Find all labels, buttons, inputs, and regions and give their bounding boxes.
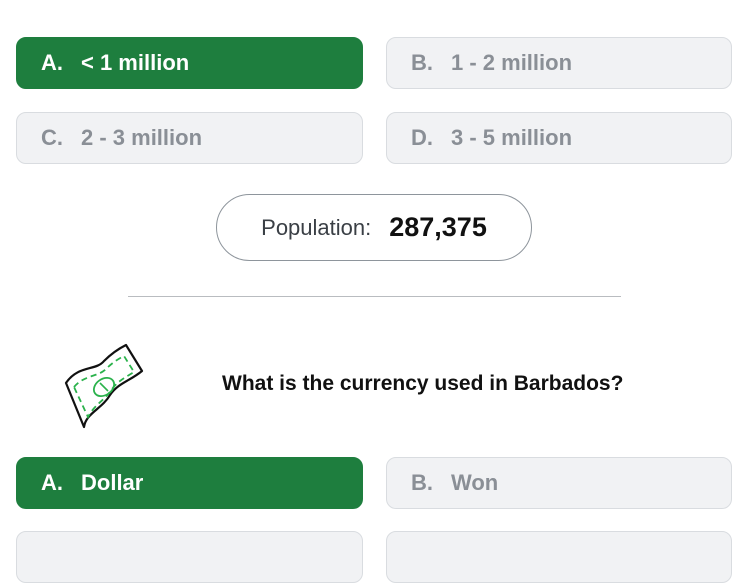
option-letter: C. xyxy=(41,125,63,150)
option-letter: B. xyxy=(411,50,433,75)
option-text: 1 - 2 million xyxy=(451,50,573,75)
option-a-less-than-1-million[interactable]: A. < 1 million xyxy=(16,37,363,89)
option-text: < 1 million xyxy=(81,50,190,75)
option-d-partial[interactable] xyxy=(386,531,732,583)
option-b-1-2-million[interactable]: B. 1 - 2 million xyxy=(386,37,732,89)
option-text: Won xyxy=(451,470,499,495)
option-letter: A. xyxy=(41,470,63,495)
option-text: Dollar xyxy=(81,470,144,495)
currency-question-text: What is the currency used in Barbados? xyxy=(222,372,624,395)
option-d-3-5-million[interactable]: D. 3 - 5 million xyxy=(386,112,732,164)
population-label: Population: xyxy=(261,214,372,240)
option-letter: A. xyxy=(41,50,63,75)
section-divider xyxy=(128,296,621,297)
option-c-2-3-million[interactable]: C. 2 - 3 million xyxy=(16,112,363,164)
option-letter: B. xyxy=(411,470,433,495)
option-letter: D. xyxy=(411,125,433,150)
population-value: 287,375 xyxy=(389,212,487,242)
option-text: 2 - 3 million xyxy=(81,125,203,150)
option-a-dollar[interactable]: A. Dollar xyxy=(16,457,363,509)
population-answer-pill: Population: 287,375 xyxy=(216,194,532,261)
banknote-icon xyxy=(64,343,144,429)
option-text: 3 - 5 million xyxy=(451,125,573,150)
option-c-partial[interactable] xyxy=(16,531,363,583)
option-b-won[interactable]: B. Won xyxy=(386,457,732,509)
